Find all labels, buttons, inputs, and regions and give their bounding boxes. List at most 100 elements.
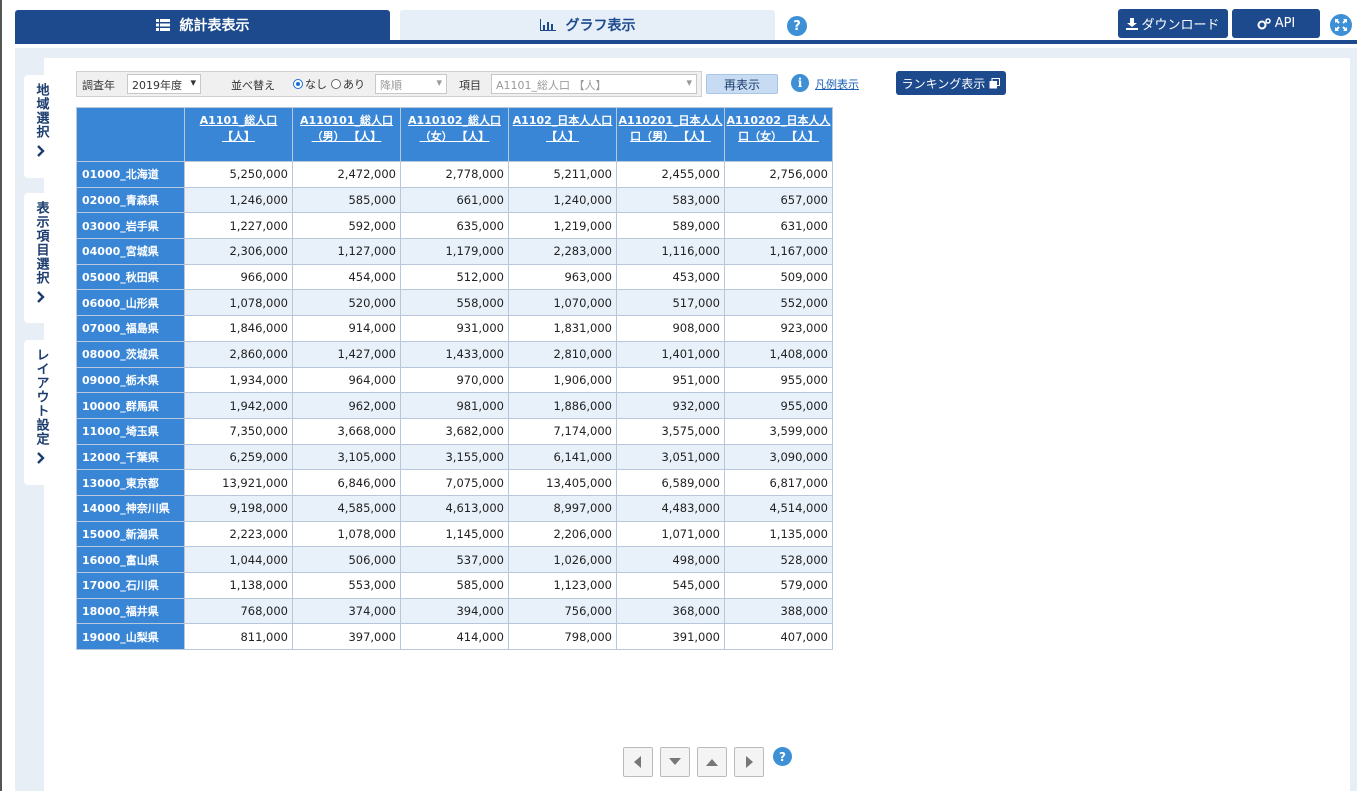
help-icon[interactable]: ? [773,747,792,766]
table-cell: 4,585,000 [292,494,401,522]
table-cell: 963,000 [508,263,617,291]
table-row: 17000_石川県 1,138,000 553,000 585,000 1,123,00… [76,572,833,599]
table-cell: 3,575,000 [616,417,725,445]
bar-chart-icon [539,19,556,31]
row-header[interactable]: 16000_富山県 [76,546,185,573]
gears-icon [1257,17,1271,30]
tab-table-view[interactable]: 統計表表示 [15,10,390,40]
chevron-right-icon [36,291,46,306]
row-header[interactable]: 09000_栃木県 [76,366,185,394]
table-cell: 394,000 [400,597,509,625]
table-cell: 4,613,000 [400,494,509,522]
column-header[interactable]: A110102_総人口 （女） 【人】 [400,107,509,162]
sidebar-area-label: 地域選択 [33,83,49,139]
row-header[interactable]: 03000_岩手県 [76,212,185,240]
row-header[interactable]: 14000_神奈川県 [76,494,185,522]
row-header[interactable]: 10000_群馬県 [76,392,185,419]
arrow-down-icon [669,758,681,766]
table-row: 06000_山形県 1,078,000 520,000 558,000 1,070,00… [76,289,833,317]
legend-link[interactable]: 凡例表示 [815,76,859,92]
chevron-down-icon: ▾ [436,76,442,89]
row-header[interactable]: 07000_福島県 [76,315,185,342]
table-cell: 9,198,000 [184,494,293,522]
sort-radio-some[interactable]: あり [331,76,365,92]
row-header[interactable]: 06000_山形県 [76,289,185,317]
table-cell: 1,831,000 [508,315,617,342]
table-cell: 13,921,000 [184,469,293,496]
column-header-label: A110201_日本人人口（男） 【人】 [618,114,723,143]
table-cell: 2,810,000 [508,340,617,368]
table-row: 15000_新潟県 2,223,000 1,078,000 1,145,000 2,20… [76,520,833,548]
next-page-button[interactable] [734,747,764,777]
row-header[interactable]: 11000_埼玉県 [76,417,185,445]
year-select-value: 2019年度 [132,79,182,92]
sort-order-select[interactable]: 降順 ▾ [375,74,447,94]
table-body: 01000_北海道 5,250,000 2,472,000 2,778,000 5,21… [76,161,833,651]
row-header[interactable]: 17000_石川県 [76,572,185,599]
row-header[interactable]: 13000_東京都 [76,469,185,496]
table-cell: 506,000 [292,546,401,573]
api-button[interactable]: API [1232,9,1320,38]
download-icon [1126,17,1139,30]
table-cell: 2,778,000 [400,161,509,188]
sort-order-value: 降順 [380,79,402,92]
item-select[interactable]: A1101_総人口 【人】 ▾ [491,74,697,94]
table-cell: 756,000 [508,597,617,625]
table-cell: 589,000 [616,212,725,240]
table-cell: 981,000 [400,392,509,419]
table-row: 02000_青森県 1,246,000 585,000 661,000 1,240,00… [76,186,833,214]
sidebar-tab-layout-settings[interactable]: レイアウト設定 [24,340,58,485]
table-cell: 962,000 [292,392,401,419]
column-header[interactable]: A110201_日本人人口（男） 【人】 [616,107,725,162]
table-cell: 4,483,000 [616,494,725,522]
table-cell: 955,000 [724,392,833,419]
ranking-button[interactable]: ランキング表示 [896,71,1006,95]
tab-graph-view[interactable]: グラフ表示 [400,10,775,40]
table-cell: 1,433,000 [400,340,509,368]
table-cell: 545,000 [616,572,725,599]
row-header[interactable]: 02000_青森県 [76,186,185,214]
prev-page-button[interactable] [623,747,653,777]
expand-icon[interactable] [1330,14,1352,36]
table-row: 08000_茨城県 2,860,000 1,427,000 1,433,000 2,81… [76,340,833,368]
column-header[interactable]: A1102_日本人人口 【人】 [508,107,617,162]
row-header[interactable]: 12000_千葉県 [76,443,185,471]
column-header[interactable]: A110101_総人口 （男） 【人】 [292,107,401,162]
download-label: ダウンロード [1141,18,1220,33]
download-button[interactable]: ダウンロード [1118,9,1228,38]
sidebar-tab-area-select[interactable]: 地域選択 [24,75,58,178]
column-header[interactable]: A110202_日本人人口（女） 【人】 [724,107,833,162]
table-cell: 453,000 [616,263,725,291]
table-corner-cell [76,107,185,162]
row-header[interactable]: 19000_山梨県 [76,623,185,651]
row-header[interactable]: 08000_茨城県 [76,340,185,368]
table-cell: 1,026,000 [508,546,617,573]
table-cell: 3,682,000 [400,417,509,445]
year-select[interactable]: 2019年度 ▾ [127,74,201,94]
sidebar-tab-item-select[interactable]: 表示項目選択 [24,193,58,323]
table-cell: 7,174,000 [508,417,617,445]
radio-checked-icon [293,79,303,89]
sort-radio-none[interactable]: なし [293,76,327,92]
table-cell: 585,000 [400,572,509,599]
column-header[interactable]: A1101_総人口 【人】 [184,107,293,162]
row-header[interactable]: 01000_北海道 [76,161,185,188]
info-icon: i [791,74,809,92]
row-header[interactable]: 05000_秋田県 [76,263,185,291]
row-header[interactable]: 04000_宮城県 [76,238,185,265]
scroll-down-button[interactable] [660,747,690,777]
table-cell: 5,250,000 [184,161,293,188]
table-row: 04000_宮城県 2,306,000 1,127,000 1,179,000 2,28… [76,238,833,265]
redisplay-button[interactable]: 再表示 [706,74,778,94]
table-cell: 964,000 [292,366,401,394]
table-cell: 374,000 [292,597,401,625]
arrow-right-icon [745,756,753,768]
row-header[interactable]: 15000_新潟県 [76,520,185,548]
table-cell: 1,116,000 [616,238,725,265]
scroll-up-button[interactable] [697,747,727,777]
help-icon[interactable]: ? [787,16,807,36]
row-header[interactable]: 18000_福井県 [76,597,185,625]
table-cell: 517,000 [616,289,725,317]
table-cell: 661,000 [400,186,509,214]
table-cell: 966,000 [184,263,293,291]
